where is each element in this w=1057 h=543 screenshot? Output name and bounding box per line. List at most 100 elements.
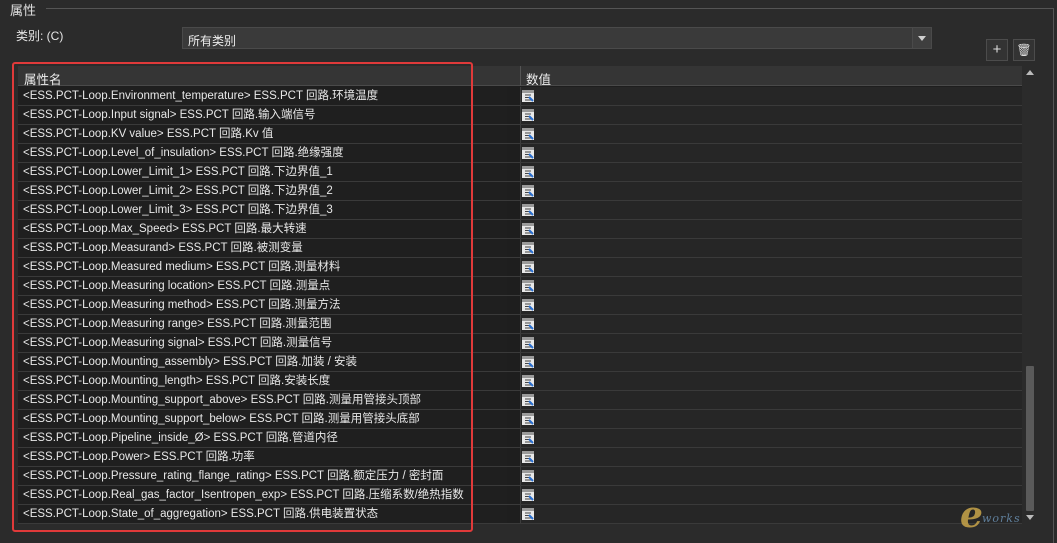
property-value-cell[interactable] xyxy=(521,429,1022,447)
category-dropdown[interactable]: 所有类别 xyxy=(182,27,932,49)
property-name-cell[interactable]: <ESS.PCT-Loop.Level_of_insulation> ESS.P… xyxy=(18,144,507,162)
property-name-cell[interactable]: <ESS.PCT-Loop.Mounting_support_below> ES… xyxy=(18,410,507,428)
edit-value-icon[interactable] xyxy=(521,355,535,369)
property-name-cell[interactable]: <ESS.PCT-Loop.Measured medium> ESS.PCT 回… xyxy=(18,258,507,276)
column-divider[interactable] xyxy=(520,66,521,86)
property-name-cell[interactable]: <ESS.PCT-Loop.Input signal> ESS.PCT 回路.输… xyxy=(18,106,507,124)
scroll-thumb[interactable] xyxy=(1026,366,1034,511)
property-name-cell[interactable]: <ESS.PCT-Loop.Measuring range> ESS.PCT 回… xyxy=(18,315,507,333)
table-row[interactable]: <ESS.PCT-Loop.Mounting_length> ESS.PCT 回… xyxy=(18,372,1022,391)
edit-value-icon[interactable] xyxy=(521,507,535,521)
column-header-property-name[interactable]: 属性名 xyxy=(24,69,62,88)
property-value-cell[interactable] xyxy=(521,106,1022,124)
property-value-cell[interactable] xyxy=(521,353,1022,371)
table-row[interactable]: <ESS.PCT-Loop.KV value> ESS.PCT 回路.Kv 值 xyxy=(18,125,1022,144)
property-value-cell[interactable] xyxy=(521,258,1022,276)
edit-value-icon[interactable] xyxy=(521,336,535,350)
table-row[interactable]: <ESS.PCT-Loop.State_of_aggregation> ESS.… xyxy=(18,505,1022,524)
table-row[interactable]: <ESS.PCT-Loop.Lower_Limit_3> ESS.PCT 回路.… xyxy=(18,201,1022,220)
table-row[interactable]: <ESS.PCT-Loop.Environment_temperature> E… xyxy=(18,87,1022,106)
property-name-cell[interactable]: <ESS.PCT-Loop.Max_Speed> ESS.PCT 回路.最大转速 xyxy=(18,220,507,238)
table-row[interactable]: <ESS.PCT-Loop.Power> ESS.PCT 回路.功率 xyxy=(18,448,1022,467)
column-header-value[interactable]: 数值 xyxy=(526,69,551,88)
property-value-cell[interactable] xyxy=(521,505,1022,523)
property-name-cell[interactable]: <ESS.PCT-Loop.Environment_temperature> E… xyxy=(18,87,507,105)
edit-value-icon[interactable] xyxy=(521,203,535,217)
property-value-cell[interactable] xyxy=(521,87,1022,105)
property-value-cell[interactable] xyxy=(521,315,1022,333)
property-name-cell[interactable]: <ESS.PCT-Loop.Lower_Limit_1> ESS.PCT 回路.… xyxy=(18,163,507,181)
scroll-up-icon[interactable] xyxy=(1026,70,1034,75)
table-row[interactable]: <ESS.PCT-Loop.Mounting_assembly> ESS.PCT… xyxy=(18,353,1022,372)
property-value-cell[interactable] xyxy=(521,372,1022,390)
property-value-cell[interactable] xyxy=(521,391,1022,409)
property-value-cell[interactable] xyxy=(521,182,1022,200)
property-name-cell[interactable]: <ESS.PCT-Loop.Lower_Limit_2> ESS.PCT 回路.… xyxy=(18,182,507,200)
property-value-cell[interactable] xyxy=(521,125,1022,143)
table-row[interactable]: <ESS.PCT-Loop.Measured medium> ESS.PCT 回… xyxy=(18,258,1022,277)
property-value-cell[interactable] xyxy=(521,239,1022,257)
edit-value-icon[interactable] xyxy=(521,393,535,407)
property-name-cell[interactable]: <ESS.PCT-Loop.Real_gas_factor_Isentropen… xyxy=(18,486,507,504)
delete-property-button[interactable]: 🗑 xyxy=(1013,39,1035,61)
property-name-cell[interactable]: <ESS.PCT-Loop.State_of_aggregation> ESS.… xyxy=(18,505,507,523)
property-value-cell[interactable] xyxy=(521,448,1022,466)
table-row[interactable]: <ESS.PCT-Loop.Level_of_insulation> ESS.P… xyxy=(18,144,1022,163)
edit-value-icon[interactable] xyxy=(521,127,535,141)
property-name-cell[interactable]: <ESS.PCT-Loop.KV value> ESS.PCT 回路.Kv 值 xyxy=(18,125,507,143)
edit-value-icon[interactable] xyxy=(521,317,535,331)
property-name-cell[interactable]: <ESS.PCT-Loop.Measuring location> ESS.PC… xyxy=(18,277,507,295)
table-row[interactable]: <ESS.PCT-Loop.Measuring method> ESS.PCT … xyxy=(18,296,1022,315)
property-value-cell[interactable] xyxy=(521,410,1022,428)
property-value-cell[interactable] xyxy=(521,486,1022,504)
property-value-cell[interactable] xyxy=(521,334,1022,352)
table-row[interactable]: <ESS.PCT-Loop.Measuring location> ESS.PC… xyxy=(18,277,1022,296)
property-value-cell[interactable] xyxy=(521,144,1022,162)
edit-value-icon[interactable] xyxy=(521,184,535,198)
property-value-cell[interactable] xyxy=(521,467,1022,485)
property-name-cell[interactable]: <ESS.PCT-Loop.Pressure_rating_flange_rat… xyxy=(18,467,507,485)
edit-value-icon[interactable] xyxy=(521,450,535,464)
property-value-cell[interactable] xyxy=(521,220,1022,238)
edit-value-icon[interactable] xyxy=(521,298,535,312)
property-name-cell[interactable]: <ESS.PCT-Loop.Mounting_length> ESS.PCT 回… xyxy=(18,372,507,390)
edit-value-icon[interactable] xyxy=(521,108,535,122)
edit-value-icon[interactable] xyxy=(521,222,535,236)
scrollbar[interactable] xyxy=(1024,66,1036,524)
property-name-cell[interactable]: <ESS.PCT-Loop.Measurand> ESS.PCT 回路.被测变量 xyxy=(18,239,507,257)
edit-value-icon[interactable] xyxy=(521,469,535,483)
property-name-cell[interactable]: <ESS.PCT-Loop.Mounting_support_above> ES… xyxy=(18,391,507,409)
chevron-down-icon[interactable] xyxy=(912,28,931,48)
property-value-cell[interactable] xyxy=(521,277,1022,295)
edit-value-icon[interactable] xyxy=(521,260,535,274)
edit-value-icon[interactable] xyxy=(521,431,535,445)
property-value-cell[interactable] xyxy=(521,296,1022,314)
table-row[interactable]: <ESS.PCT-Loop.Mounting_support_below> ES… xyxy=(18,410,1022,429)
table-row[interactable]: <ESS.PCT-Loop.Pressure_rating_flange_rat… xyxy=(18,467,1022,486)
table-row[interactable]: <ESS.PCT-Loop.Mounting_support_above> ES… xyxy=(18,391,1022,410)
table-row[interactable]: <ESS.PCT-Loop.Measuring range> ESS.PCT 回… xyxy=(18,315,1022,334)
edit-value-icon[interactable] xyxy=(521,146,535,160)
property-name-cell[interactable]: <ESS.PCT-Loop.Measuring method> ESS.PCT … xyxy=(18,296,507,314)
table-row[interactable]: <ESS.PCT-Loop.Real_gas_factor_Isentropen… xyxy=(18,486,1022,505)
property-name-cell[interactable]: <ESS.PCT-Loop.Power> ESS.PCT 回路.功率 xyxy=(18,448,507,466)
add-property-button[interactable]: + xyxy=(986,39,1008,61)
table-row[interactable]: <ESS.PCT-Loop.Lower_Limit_1> ESS.PCT 回路.… xyxy=(18,163,1022,182)
edit-value-icon[interactable] xyxy=(521,412,535,426)
property-name-cell[interactable]: <ESS.PCT-Loop.Lower_Limit_3> ESS.PCT 回路.… xyxy=(18,201,507,219)
property-value-cell[interactable] xyxy=(521,201,1022,219)
edit-value-icon[interactable] xyxy=(521,89,535,103)
edit-value-icon[interactable] xyxy=(521,241,535,255)
property-name-cell[interactable]: <ESS.PCT-Loop.Pipeline_inside_Ø> ESS.PCT… xyxy=(18,429,507,447)
property-name-cell[interactable]: <ESS.PCT-Loop.Measuring signal> ESS.PCT … xyxy=(18,334,507,352)
table-row[interactable]: <ESS.PCT-Loop.Pipeline_inside_Ø> ESS.PCT… xyxy=(18,429,1022,448)
table-row[interactable]: <ESS.PCT-Loop.Input signal> ESS.PCT 回路.输… xyxy=(18,106,1022,125)
edit-value-icon[interactable] xyxy=(521,279,535,293)
property-name-cell[interactable]: <ESS.PCT-Loop.Mounting_assembly> ESS.PCT… xyxy=(18,353,507,371)
table-row[interactable]: <ESS.PCT-Loop.Measuring signal> ESS.PCT … xyxy=(18,334,1022,353)
edit-value-icon[interactable] xyxy=(521,374,535,388)
edit-value-icon[interactable] xyxy=(521,488,535,502)
property-value-cell[interactable] xyxy=(521,163,1022,181)
table-row[interactable]: <ESS.PCT-Loop.Max_Speed> ESS.PCT 回路.最大转速 xyxy=(18,220,1022,239)
edit-value-icon[interactable] xyxy=(521,165,535,179)
